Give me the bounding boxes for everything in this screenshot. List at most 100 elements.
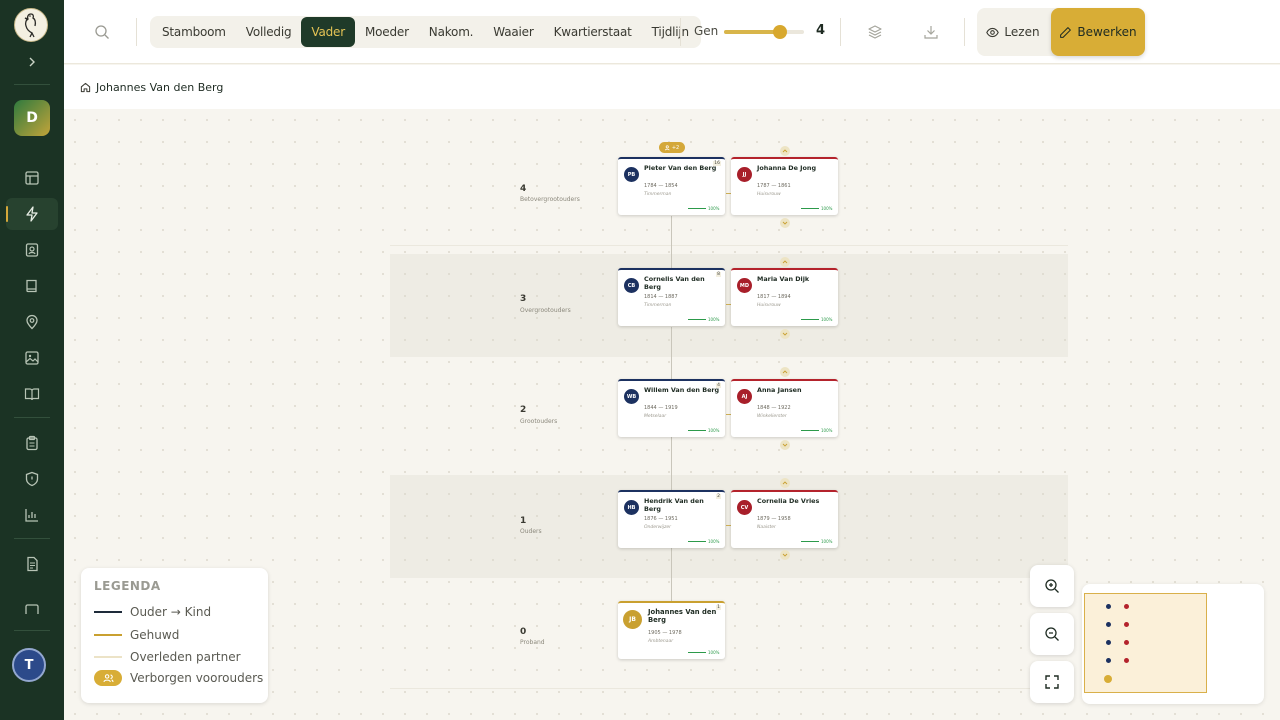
user-avatar[interactable]: T bbox=[12, 648, 46, 682]
person-name: Anna Jansen bbox=[757, 386, 802, 394]
completeness-percent: 100% bbox=[708, 650, 720, 655]
pencil-icon bbox=[1060, 26, 1072, 38]
minimap[interactable] bbox=[1082, 584, 1264, 704]
users-icon bbox=[664, 144, 670, 150]
generation-number: 1 bbox=[520, 516, 527, 526]
person-name: Cornelia De Vries bbox=[757, 497, 820, 505]
person-card[interactable]: PB Pieter Van den Berg 1784 — 1854 Timme… bbox=[618, 157, 725, 215]
breadcrumb-person[interactable]: Johannes Van den Berg bbox=[96, 81, 223, 94]
person-card[interactable]: AJ Anna Jansen 1848 — 1922 Winkelierster… bbox=[731, 379, 838, 437]
zoom-out-icon bbox=[1045, 627, 1059, 641]
fit-screen-button[interactable] bbox=[1030, 661, 1074, 703]
minimap-node-proband bbox=[1104, 675, 1112, 683]
image-icon[interactable] bbox=[6, 342, 58, 374]
tab-kwartierstaat[interactable]: Kwartierstaat bbox=[544, 17, 642, 47]
completeness-percent: 100% bbox=[708, 206, 720, 211]
person-avatar: JB bbox=[623, 610, 642, 629]
tab-stamboom[interactable]: Stamboom bbox=[152, 17, 236, 47]
person-card[interactable]: CV Cornelia De Vries 1879 — 1958 Naaiste… bbox=[731, 490, 838, 548]
layout-icon[interactable] bbox=[6, 162, 58, 194]
shield-icon[interactable] bbox=[6, 463, 58, 495]
fullscreen-icon bbox=[1045, 675, 1059, 689]
tab-tijdlijn[interactable]: Tijdlijn bbox=[642, 17, 699, 47]
expand-down-chevron-icon[interactable] bbox=[780, 440, 790, 450]
clipboard-icon[interactable] bbox=[6, 427, 58, 459]
ahnentafel-number: 8 bbox=[716, 272, 721, 277]
ahnentafel-number: 4 bbox=[716, 383, 721, 388]
expand-up-chevron-icon[interactable] bbox=[780, 478, 790, 488]
chart-icon[interactable] bbox=[6, 499, 58, 531]
home-icon[interactable] bbox=[80, 82, 91, 93]
person-card[interactable]: JJ Johanna De Jong 1787 — 1861 Huisvrouw… bbox=[731, 157, 838, 215]
expand-down-chevron-icon[interactable] bbox=[780, 218, 790, 228]
generation-name: Proband bbox=[520, 639, 545, 646]
zoom-out-button[interactable] bbox=[1030, 613, 1074, 655]
edit-mode-button[interactable]: Bewerken bbox=[1051, 8, 1145, 56]
layers-icon[interactable] bbox=[865, 22, 885, 42]
minimap-viewport[interactable] bbox=[1084, 593, 1207, 693]
eye-icon bbox=[986, 27, 1000, 37]
generation-name: Grootouders bbox=[520, 418, 558, 425]
tab-moeder[interactable]: Moeder bbox=[355, 17, 419, 47]
generation-slider[interactable] bbox=[724, 25, 804, 39]
generation-number: 3 bbox=[520, 294, 527, 304]
expand-up-chevron-icon[interactable] bbox=[780, 367, 790, 377]
expand-down-chevron-icon[interactable] bbox=[780, 550, 790, 560]
completeness-percent: 100% bbox=[708, 428, 720, 433]
person-card[interactable]: MD Maria Van Dijk 1817 — 1894 Huisvrouw … bbox=[731, 268, 838, 326]
activity-icon[interactable] bbox=[6, 198, 58, 230]
generation-name: Overgrootouders bbox=[520, 307, 571, 314]
workspace-avatar[interactable]: D bbox=[14, 100, 50, 136]
person-dates: 1848 — 1922 bbox=[757, 405, 791, 411]
parent-child-line bbox=[671, 437, 672, 491]
person-avatar: CB bbox=[624, 278, 639, 293]
hidden-ancestors-badge[interactable]: +2 bbox=[659, 142, 685, 153]
generation-number: 0 bbox=[520, 627, 527, 637]
person-avatar: MD bbox=[737, 278, 752, 293]
completeness-bar bbox=[801, 319, 819, 320]
generation-slider-fill bbox=[724, 30, 780, 34]
zoom-in-button[interactable] bbox=[1030, 565, 1074, 607]
book-open-icon[interactable] bbox=[6, 378, 58, 410]
tab-volledig[interactable]: Volledig bbox=[236, 17, 302, 47]
generation-number: 4 bbox=[520, 184, 527, 194]
contact-icon[interactable] bbox=[6, 234, 58, 266]
person-name: Hendrik Van den Berg bbox=[644, 497, 704, 513]
mail-icon[interactable] bbox=[6, 596, 58, 614]
tab-nakomelingen[interactable]: Nakom. bbox=[419, 17, 484, 47]
person-name: Cornelis Van den Berg bbox=[644, 275, 705, 291]
expand-down-chevron-icon[interactable] bbox=[780, 329, 790, 339]
file-text-icon[interactable] bbox=[6, 548, 58, 580]
tab-waaier[interactable]: Waaier bbox=[483, 17, 543, 47]
minimap-node bbox=[1124, 658, 1129, 663]
expand-up-chevron-icon[interactable] bbox=[780, 146, 790, 156]
breadcrumb: Johannes Van den Berg bbox=[64, 65, 1280, 109]
expand-sidebar-chevron-icon[interactable] bbox=[22, 52, 42, 72]
search-icon[interactable] bbox=[94, 24, 110, 40]
legend-item: Ouder → Kind bbox=[94, 604, 211, 620]
map-pin-icon[interactable] bbox=[6, 306, 58, 338]
person-dates: 1876 — 1951 bbox=[644, 516, 678, 522]
person-occupation: Metselaar bbox=[644, 414, 667, 419]
person-name: Maria Van Dijk bbox=[757, 275, 810, 283]
person-card[interactable]: HB Hendrik Van den Berg 1876 — 1951 Onde… bbox=[618, 490, 725, 548]
tab-vader[interactable]: Vader bbox=[301, 17, 355, 47]
completeness-bar bbox=[688, 208, 706, 209]
person-card[interactable]: CB Cornelis Van den Berg 1814 — 1887 Tim… bbox=[618, 268, 725, 326]
person-card-proband[interactable]: JB Johannes Van den Berg 1905 — 1978 Amb… bbox=[618, 601, 725, 659]
person-avatar: CV bbox=[737, 500, 752, 515]
book-icon[interactable] bbox=[6, 270, 58, 302]
married-swatch bbox=[94, 634, 122, 636]
expand-up-chevron-icon[interactable] bbox=[780, 257, 790, 267]
download-icon[interactable] bbox=[921, 22, 941, 42]
app-logo[interactable] bbox=[14, 8, 48, 42]
toolbar: Stamboom Volledig Vader Moeder Nakom. Wa… bbox=[64, 0, 1280, 64]
person-occupation: Winkelierster bbox=[757, 414, 787, 419]
person-occupation: Timmerman bbox=[644, 192, 672, 197]
generation-slider-thumb[interactable] bbox=[773, 25, 787, 39]
read-mode-button[interactable]: Lezen bbox=[981, 12, 1045, 52]
person-dates: 1817 — 1894 bbox=[757, 294, 791, 300]
person-card[interactable]: WB Willem Van den Berg 1844 — 1919 Metse… bbox=[618, 379, 725, 437]
person-avatar: HB bbox=[624, 500, 639, 515]
generation-name: Ouders bbox=[520, 528, 542, 535]
